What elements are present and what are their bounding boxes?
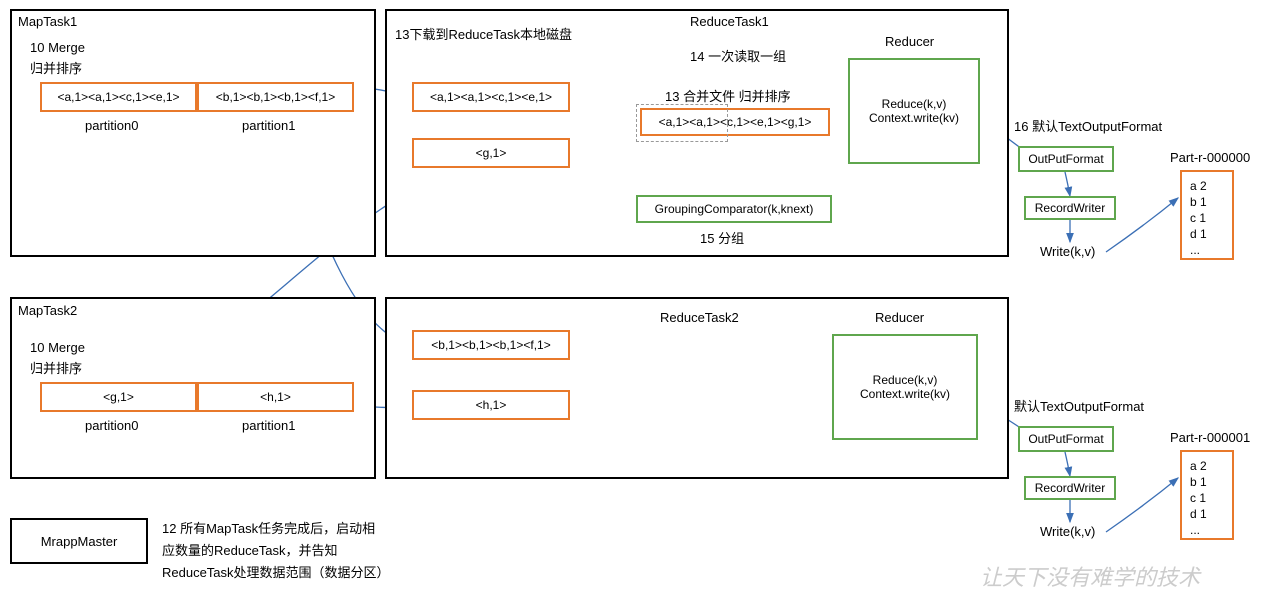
reducetask1-mergefiles: 13 合并文件 归并排序 xyxy=(665,86,791,105)
reducetask2-reduce2: Context.write(kv) xyxy=(860,387,950,401)
reducetask1-title: ReduceTask1 xyxy=(690,14,769,29)
output1-filebox xyxy=(1180,170,1234,260)
maptask2-p1-text: <h,1> xyxy=(260,390,291,404)
output1-filename: Part-r-000000 xyxy=(1170,150,1250,165)
master-note1: 12 所有MapTask任务完成后，启动相 xyxy=(162,518,375,537)
maptask1-merge: 10 Merge xyxy=(30,40,85,55)
maptask2-merge: 10 Merge xyxy=(30,340,85,355)
output1-recordwriter: RecordWriter xyxy=(1024,196,1116,220)
maptask1-p0-text: <a,1><a,1><c,1><e,1> xyxy=(57,90,179,104)
master-box: MrappMaster xyxy=(10,518,148,564)
output2-filebox xyxy=(1180,450,1234,540)
master-title: MrappMaster xyxy=(41,534,118,549)
output1-defaultformat: 16 默认TextOutputFormat xyxy=(1014,116,1162,135)
output1-write: Write(k,v) xyxy=(1040,244,1095,259)
reducetask2-title: ReduceTask2 xyxy=(660,310,739,325)
maptask2-p1: <h,1> xyxy=(197,382,354,412)
reducetask1-file2-text: <g,1> xyxy=(476,146,507,160)
output2-recordwriter-text: RecordWriter xyxy=(1035,481,1105,495)
reducetask1-grouplabel: 15 分组 xyxy=(700,228,744,247)
watermark: 让天下没有难学的技术 xyxy=(980,560,1200,592)
output2-defaultformat: 默认TextOutputFormat xyxy=(1014,396,1144,415)
reducetask2-file2-text: <h,1> xyxy=(476,398,507,412)
reducetask2-file1-text: <b,1><b,1><b,1><f,1> xyxy=(431,338,550,352)
output2-outputformat: OutPutFormat xyxy=(1018,426,1114,452)
maptask1-p0: <a,1><a,1><c,1><e,1> xyxy=(40,82,197,112)
output1-recordwriter-text: RecordWriter xyxy=(1035,201,1105,215)
output2-recordwriter: RecordWriter xyxy=(1024,476,1116,500)
reducetask1-reduce1: Reduce(k,v) xyxy=(882,97,947,111)
reducetask1-download: 13下载到ReduceTask本地磁盘 xyxy=(395,24,572,43)
reducetask1-file1-text: <a,1><a,1><c,1><e,1> xyxy=(430,90,552,104)
maptask1-p0label: partition0 xyxy=(85,118,138,133)
reducetask1-reducer-label: Reducer xyxy=(885,34,934,49)
output1-outputformat: OutPutFormat xyxy=(1018,146,1114,172)
reducetask1-reducer-box: Reduce(k,v) Context.write(kv) xyxy=(848,58,980,164)
output2-filename: Part-r-000001 xyxy=(1170,430,1250,445)
reducetask2-reducer-box: Reduce(k,v) Context.write(kv) xyxy=(832,334,978,440)
output1-outputformat-text: OutPutFormat xyxy=(1028,152,1103,166)
maptask2-p0label: partition0 xyxy=(85,418,138,433)
output2-write: Write(k,v) xyxy=(1040,524,1095,539)
reducetask1-grouping: GroupingComparator(k,knext) xyxy=(636,195,832,223)
reducetask2-reduce1: Reduce(k,v) xyxy=(873,373,938,387)
output2-content: a 2 b 1 c 1 d 1 ... xyxy=(1190,458,1207,538)
master-note2: 应数量的ReduceTask，并告知 xyxy=(162,540,338,559)
master-note3: ReduceTask处理数据范围（数据分区） xyxy=(162,562,390,581)
maptask1-p1: <b,1><b,1><b,1><f,1> xyxy=(197,82,354,112)
reducetask1-reduce2: Context.write(kv) xyxy=(869,111,959,125)
reducetask2-file2: <h,1> xyxy=(412,390,570,420)
maptask2-merge2: 归并排序 xyxy=(30,358,82,377)
maptask2-title: MapTask2 xyxy=(18,303,77,318)
reducetask1-readgroup: 14 一次读取一组 xyxy=(690,46,786,65)
maptask1-merge2: 归并排序 xyxy=(30,58,82,77)
output1-content: a 2 b 1 c 1 d 1 ... xyxy=(1190,178,1207,258)
maptask2-p1label: partition1 xyxy=(242,418,295,433)
maptask1-p1-text: <b,1><b,1><b,1><f,1> xyxy=(216,90,335,104)
maptask1-p1label: partition1 xyxy=(242,118,295,133)
reducetask1-grouping-text: GroupingComparator(k,knext) xyxy=(655,202,814,216)
reducetask1-file2: <g,1> xyxy=(412,138,570,168)
reducetask2-file1: <b,1><b,1><b,1><f,1> xyxy=(412,330,570,360)
output2-outputformat-text: OutPutFormat xyxy=(1028,432,1103,446)
reducetask2-reducer-label: Reducer xyxy=(875,310,924,325)
maptask2-p0-text: <g,1> xyxy=(103,390,134,404)
maptask1-title: MapTask1 xyxy=(18,14,77,29)
reducetask1-dashed xyxy=(636,104,728,142)
maptask2-p0: <g,1> xyxy=(40,382,197,412)
reducetask1-file1: <a,1><a,1><c,1><e,1> xyxy=(412,82,570,112)
